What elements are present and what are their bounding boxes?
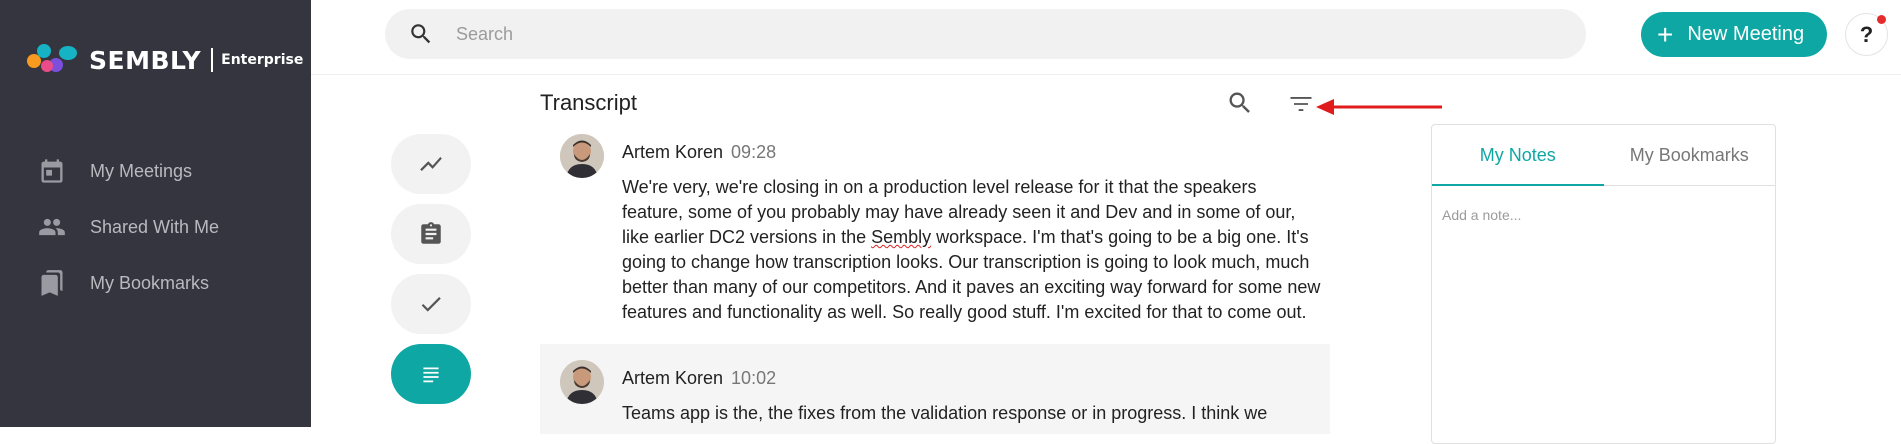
brand-name: SEMBLY xyxy=(89,45,202,75)
timestamp[interactable]: 09:28 xyxy=(731,142,776,162)
notes-panel: My Notes My Bookmarks xyxy=(1431,124,1776,444)
calendar-icon xyxy=(41,159,63,183)
plus-icon: + xyxy=(1657,18,1674,50)
analytics-icon xyxy=(420,156,442,172)
analytics-button[interactable] xyxy=(391,134,471,194)
sidebar-item-my-meetings[interactable]: My Meetings xyxy=(0,143,311,199)
notes-summary-button[interactable] xyxy=(391,204,471,264)
new-meeting-button[interactable]: + New Meeting xyxy=(1641,12,1827,57)
sembly-logo-mark xyxy=(27,44,81,76)
speaker-line: Artem Koren 10:02 xyxy=(622,368,776,389)
timestamp[interactable]: 10:02 xyxy=(731,368,776,388)
speaker-name[interactable]: Artem Koren xyxy=(622,142,723,162)
bookmarks-icon xyxy=(41,270,63,296)
sidebar-item-shared-with-me[interactable]: Shared With Me xyxy=(0,199,311,255)
tab-my-bookmarks[interactable]: My Bookmarks xyxy=(1604,125,1776,185)
people-icon xyxy=(39,218,65,236)
transcript-title: Transcript xyxy=(540,90,637,115)
notes-tabs: My Notes My Bookmarks xyxy=(1432,125,1775,186)
avatar xyxy=(560,360,604,404)
check-icon xyxy=(421,297,441,312)
tab-my-notes[interactable]: My Notes xyxy=(1432,125,1604,186)
sembly-logo[interactable]: SEMBLY Enterprise xyxy=(27,44,303,76)
transcript-icon xyxy=(423,367,439,383)
help-button[interactable]: ? xyxy=(1845,13,1888,56)
avatar xyxy=(560,134,604,178)
global-search xyxy=(385,9,1586,59)
transcript-text: Teams app is the, the fixes from the val… xyxy=(622,403,1268,423)
help-label: ? xyxy=(1859,21,1874,47)
misspelled-word: Sembly xyxy=(871,227,932,247)
sidebar-nav: My Meetings Shared With Me My Bookmarks xyxy=(0,143,311,311)
sidebar: SEMBLY Enterprise My Meetings Shared Wit… xyxy=(0,0,311,427)
clipboard-icon xyxy=(421,222,441,244)
transcript-entry[interactable]: Artem Koren 09:28 We're very, we're closi… xyxy=(540,134,1330,334)
transcript-text: We're very, we're closing in on a produc… xyxy=(622,177,1321,322)
sidebar-item-label: My Meetings xyxy=(90,160,193,181)
sidebar-item-label: My Bookmarks xyxy=(90,272,210,293)
action-items-button[interactable] xyxy=(391,274,471,334)
header-divider xyxy=(311,74,1901,75)
new-meeting-label: New Meeting xyxy=(1687,23,1805,45)
search-icon[interactable] xyxy=(408,21,434,47)
search-input[interactable] xyxy=(456,23,1456,45)
sidebar-item-label: Shared With Me xyxy=(90,216,220,237)
speaker-name[interactable]: Artem Koren xyxy=(622,368,723,388)
transcript-search-icon[interactable] xyxy=(1226,89,1254,117)
filter-icon[interactable] xyxy=(1287,90,1315,118)
transcript-button[interactable] xyxy=(391,344,471,404)
note-input[interactable] xyxy=(1442,207,1762,223)
notification-dot xyxy=(1877,15,1886,24)
brand-edition: Enterprise xyxy=(221,52,304,68)
sidebar-item-my-bookmarks[interactable]: My Bookmarks xyxy=(0,255,311,311)
transcript-entry[interactable]: Artem Koren 10:02 Teams app is the, the f… xyxy=(540,344,1330,434)
annotation-arrow xyxy=(1316,99,1442,115)
brand-divider xyxy=(211,48,214,72)
speaker-line: Artem Koren 09:28 xyxy=(622,142,776,163)
